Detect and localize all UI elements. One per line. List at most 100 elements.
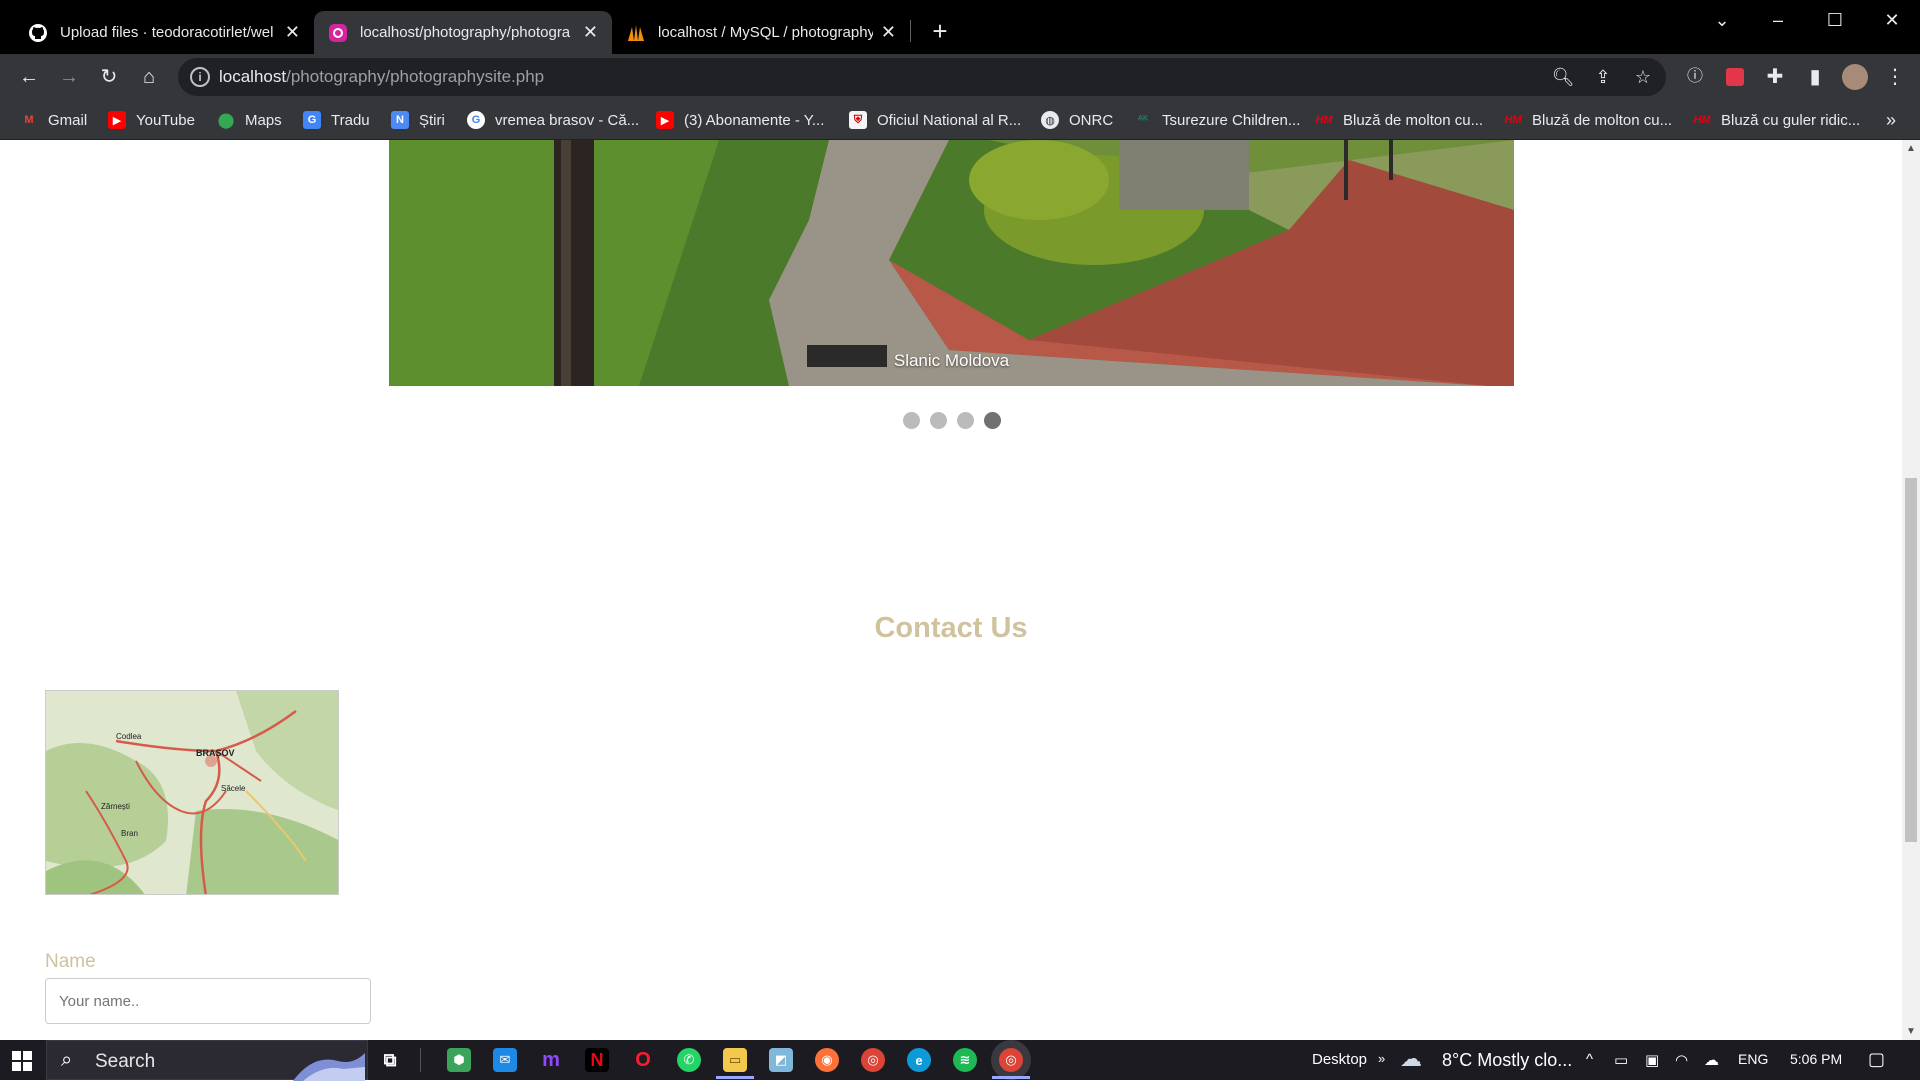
bookmark-hm-2[interactable]: HM Bluză de molton cu... bbox=[1504, 108, 1672, 132]
slide-dot-1[interactable] bbox=[903, 412, 920, 429]
more-bookmarks-icon[interactable]: » bbox=[1886, 108, 1896, 132]
close-tab-icon[interactable]: ✕ bbox=[881, 22, 896, 43]
weather-text[interactable]: 8°C Mostly clo... bbox=[1442, 1050, 1572, 1071]
language-indicator[interactable]: ENG bbox=[1738, 1051, 1768, 1067]
wifi-icon[interactable]: ◠ bbox=[1675, 1051, 1688, 1069]
slide-dot-4[interactable] bbox=[984, 412, 1001, 429]
bookmark-label: vremea brasov - Că... bbox=[495, 111, 640, 129]
back-icon[interactable]: ← bbox=[14, 62, 44, 92]
messenger-m-icon[interactable]: m bbox=[539, 1048, 563, 1072]
notes-app-icon[interactable]: ◩ bbox=[769, 1048, 793, 1072]
bookmark-hm-3[interactable]: HM Bluză cu guler ridic... bbox=[1693, 108, 1860, 132]
home-icon[interactable]: ⌂ bbox=[134, 62, 164, 92]
bookmark-translate[interactable]: G Tradu bbox=[303, 108, 370, 132]
tab-github-upload[interactable]: Upload files · teodoracotirlet/wel ✕ bbox=[14, 11, 314, 54]
address-bar[interactable]: i localhost/photography/photographysite.… bbox=[178, 58, 1666, 96]
desktop-toolbar-label[interactable]: Desktop bbox=[1312, 1051, 1367, 1068]
tray-chevron-icon[interactable]: ^ bbox=[1586, 1051, 1593, 1068]
meet-now-icon[interactable]: ▣ bbox=[1645, 1051, 1659, 1069]
brasov-map-image: BRAȘOV Codlea Zărnești Bran Săcele bbox=[46, 691, 338, 894]
taskbar-search-box[interactable]: ⌕ Search bbox=[46, 1040, 368, 1081]
site-info-icon[interactable]: i bbox=[190, 67, 210, 87]
firefox-icon[interactable]: ◉ bbox=[815, 1048, 839, 1072]
reload-icon[interactable]: ↻ bbox=[94, 62, 124, 92]
bookmark-weather[interactable]: Gvremea brasov - Că... bbox=[467, 108, 639, 132]
bookmark-label: Știri bbox=[419, 111, 445, 129]
name-input[interactable] bbox=[45, 978, 371, 1024]
chrome-active-icon[interactable]: ◎ bbox=[999, 1048, 1023, 1072]
minimize-icon[interactable]: – bbox=[1758, 6, 1798, 34]
bookmark-news[interactable]: N Știri bbox=[391, 108, 445, 132]
bookmark-label: ONRC bbox=[1069, 111, 1114, 129]
slide-dot-3[interactable] bbox=[957, 412, 974, 429]
slideshow-image[interactable]: Slanic Moldova bbox=[389, 140, 1514, 386]
news-icon: N bbox=[391, 111, 409, 129]
mail-icon[interactable]: ✉ bbox=[493, 1048, 517, 1072]
cloud-weather-icon[interactable]: ☁ bbox=[1400, 1046, 1422, 1072]
battery-icon[interactable]: ▭ bbox=[1614, 1051, 1628, 1069]
maximize-icon[interactable]: ☐ bbox=[1815, 6, 1855, 34]
close-tab-icon[interactable]: ✕ bbox=[583, 22, 598, 43]
bookmark-label: Bluză de molton cu... bbox=[1532, 111, 1673, 129]
netflix-icon[interactable]: N bbox=[585, 1048, 609, 1072]
translate-icon: G bbox=[303, 111, 321, 129]
app-green-cube-icon[interactable]: ⬢ bbox=[447, 1048, 471, 1072]
taskbar-search-label: Search bbox=[95, 1051, 156, 1072]
whatsapp-icon[interactable]: ✆ bbox=[677, 1048, 701, 1072]
slide-caption: Slanic Moldova bbox=[893, 351, 1010, 370]
slide-dot-2[interactable] bbox=[930, 412, 947, 429]
close-tab-icon[interactable]: ✕ bbox=[285, 22, 300, 43]
browser-menu-icon[interactable]: ⋮ bbox=[1880, 62, 1910, 92]
url-text[interactable]: localhost/photography/photographysite.ph… bbox=[219, 67, 544, 87]
chrome-icon[interactable]: ◎ bbox=[861, 1048, 885, 1072]
scrollbar-thumb[interactable] bbox=[1905, 478, 1917, 842]
clock-time[interactable]: 5:06 PM bbox=[1790, 1051, 1842, 1067]
gmail-icon: M bbox=[24, 114, 34, 126]
map-label-town: Zărnești bbox=[101, 802, 130, 811]
bookmark-onrc[interactable]: ◍ ONRC bbox=[1041, 108, 1113, 132]
bookmark-label: (3) Abonamente - Y... bbox=[684, 111, 825, 129]
side-panel-icon[interactable]: ▮ bbox=[1800, 62, 1830, 92]
extensions-puzzle-icon[interactable]: ✚ bbox=[1760, 62, 1790, 92]
bookmark-tsurezure[interactable]: ᴬᴷ Tsurezure Children... bbox=[1134, 108, 1301, 132]
tab-photography-site[interactable]: localhost/photography/photogra ✕ bbox=[314, 11, 612, 54]
bookmark-hm-1[interactable]: HM Bluză de molton cu... bbox=[1315, 108, 1483, 132]
close-window-icon[interactable]: ✕ bbox=[1872, 6, 1912, 34]
bookmark-youtube[interactable]: ▶ YouTube bbox=[108, 108, 195, 132]
bookmark-gmail[interactable]: M Gmail bbox=[20, 108, 87, 132]
spotify-icon[interactable]: ≋ bbox=[953, 1048, 977, 1072]
scroll-up-icon[interactable]: ▲ bbox=[1902, 140, 1920, 157]
new-tab-button[interactable]: + bbox=[925, 16, 955, 46]
location-map[interactable]: BRAȘOV Codlea Zărnești Bran Săcele bbox=[45, 690, 339, 895]
task-view-icon[interactable]: ⧉ bbox=[378, 1048, 402, 1072]
search-icon: ⌕ bbox=[61, 1049, 73, 1071]
tab-title: localhost / MySQL / photography bbox=[658, 24, 873, 41]
volume-cloud-icon[interactable]: ☁ bbox=[1704, 1051, 1719, 1069]
edge-icon[interactable]: e bbox=[907, 1048, 931, 1072]
site-favicon-icon bbox=[328, 23, 348, 43]
tab-search-icon[interactable]: ⌄ bbox=[1702, 6, 1742, 34]
tab-separator bbox=[910, 20, 911, 42]
zoom-icon[interactable]: 🔍︎ bbox=[1548, 62, 1578, 92]
bookmark-youtube-subscriptions[interactable]: ▶ (3) Abonamente - Y... bbox=[656, 108, 824, 132]
bookmark-maps[interactable]: ⬤ Maps bbox=[217, 108, 282, 132]
hm-icon: HM bbox=[1315, 114, 1333, 126]
pocket-icon[interactable] bbox=[1720, 62, 1750, 92]
bookmark-label: Maps bbox=[245, 111, 282, 129]
slanic-moldova-photo bbox=[389, 140, 1514, 386]
bookmark-oficiul-national[interactable]: ⛨ Oficiul National al R... bbox=[849, 108, 1021, 132]
file-explorer-icon[interactable]: ▭ bbox=[723, 1048, 747, 1072]
share-icon[interactable]: ⇪ bbox=[1588, 62, 1618, 92]
scroll-down-icon[interactable]: ▼ bbox=[1902, 1023, 1920, 1040]
search-highlight-art bbox=[293, 1053, 365, 1081]
tab-phpmyadmin[interactable]: localhost / MySQL / photography ✕ bbox=[612, 11, 910, 54]
bookmark-star-icon[interactable]: ☆ bbox=[1628, 62, 1658, 92]
page-scrollbar[interactable]: ▲ ▼ bbox=[1902, 140, 1920, 1040]
notifications-icon[interactable]: ▢ bbox=[1868, 1049, 1885, 1070]
extension-info-icon[interactable]: ⓘ bbox=[1680, 62, 1710, 92]
opera-icon[interactable]: O bbox=[631, 1048, 655, 1072]
windows-start-icon[interactable] bbox=[12, 1051, 32, 1071]
forward-icon[interactable]: → bbox=[54, 62, 84, 92]
desktop-expand-icon[interactable]: » bbox=[1378, 1051, 1385, 1066]
profile-avatar[interactable] bbox=[1840, 62, 1870, 92]
